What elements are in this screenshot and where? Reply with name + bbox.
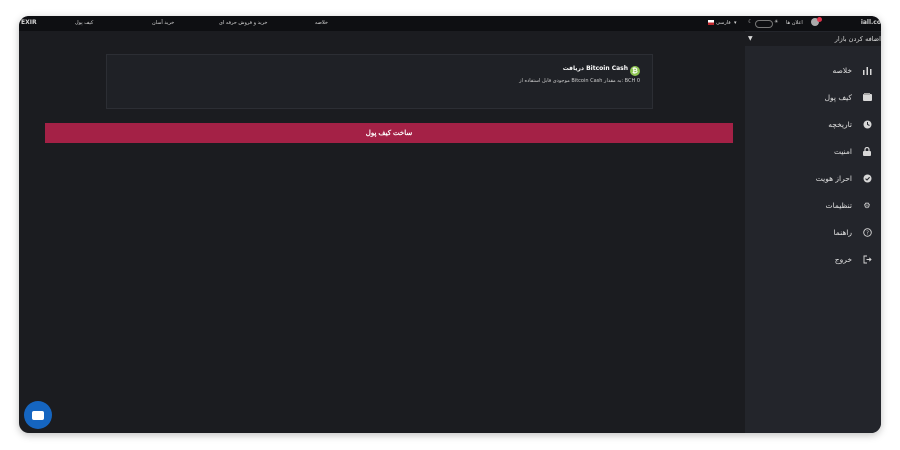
sidebar-item-label: راهنما [833, 228, 852, 237]
bitcoin-cash-icon: ₿ [630, 66, 640, 76]
top-bar: EXIR کیف پول خرید آسان خرید و فروش حرفه … [19, 16, 881, 31]
gear-icon: ⚙ [863, 200, 871, 210]
sidebar-item-summary[interactable]: خلاصه [745, 64, 881, 78]
add-market-label: اضافه کردن بازار [834, 35, 881, 43]
sidebar-item-label: تاریخچه [828, 120, 852, 129]
verified-icon [862, 173, 872, 183]
add-market-toggle[interactable]: ▼ اضافه کردن بازار [745, 32, 881, 46]
sidebar-item-security[interactable]: امنیت [745, 145, 881, 159]
sidebar-item-settings[interactable]: تنظیمات ⚙ [745, 199, 881, 213]
deposit-title: دریافت Bitcoin Cash [562, 65, 628, 72]
create-wallet-button[interactable]: ساخت کیف پول [45, 123, 733, 143]
chat-button[interactable] [24, 401, 52, 429]
sidebar-item-verification[interactable]: احراز هویت [745, 172, 881, 186]
help-icon: ? [862, 227, 872, 237]
sidebar-item-logout[interactable]: خروج [745, 253, 881, 267]
logo[interactable]: EXIR [21, 19, 37, 26]
available-balance: موجودی قابل استفاده از Bitcoin Cash به م… [519, 78, 640, 84]
theme-toggle[interactable] [755, 20, 773, 28]
app-window: EXIR کیف پول خرید آسان خرید و فروش حرفه … [19, 16, 881, 433]
notifications-link[interactable]: اعلان ها [786, 20, 803, 26]
sidebar-item-label: امنیت [834, 147, 852, 156]
sidebar-item-label: خلاصه [832, 66, 852, 75]
sidebar-item-label: تنظیمات [825, 201, 852, 210]
svg-text:?: ? [866, 230, 869, 236]
deposit-card: ₿ دریافت Bitcoin Cash موجودی قابل استفاد… [106, 54, 653, 109]
chevron-down-icon: ▾ [734, 20, 737, 26]
nav-summary[interactable]: خلاصه [315, 20, 328, 26]
sun-icon: ☀ [774, 19, 779, 25]
sidebar-item-label: خروج [834, 255, 852, 264]
sidebar-item-label: کیف پول [824, 93, 852, 102]
logout-icon [862, 254, 872, 264]
bar-chart-icon [862, 65, 872, 75]
language-select[interactable]: فارسی [716, 20, 731, 26]
sidebar-item-label: احراز هویت [815, 174, 852, 183]
nav-wallet[interactable]: کیف پول [75, 20, 93, 26]
nav-easy-buy[interactable]: خرید آسان [152, 20, 174, 26]
sidebar-item-wallet[interactable]: کیف پول [745, 91, 881, 105]
lock-icon [862, 146, 872, 156]
iran-flag-icon [708, 20, 714, 25]
brand-logo: iall.co [860, 19, 881, 26]
nav-pro-trade[interactable]: خرید و فروش حرفه ای [219, 20, 268, 26]
sidebar: ▼ اضافه کردن بازار خلاصه کیف پول تاریخچه… [745, 31, 881, 433]
wallet-icon [862, 92, 872, 102]
sidebar-item-help[interactable]: راهنما ? [745, 226, 881, 240]
notification-badge [817, 17, 822, 22]
sidebar-item-history[interactable]: تاریخچه [745, 118, 881, 132]
history-icon [862, 119, 872, 129]
moon-icon: ☾ [748, 19, 753, 25]
caret-down-icon: ▼ [748, 35, 753, 42]
chat-icon [32, 410, 44, 420]
